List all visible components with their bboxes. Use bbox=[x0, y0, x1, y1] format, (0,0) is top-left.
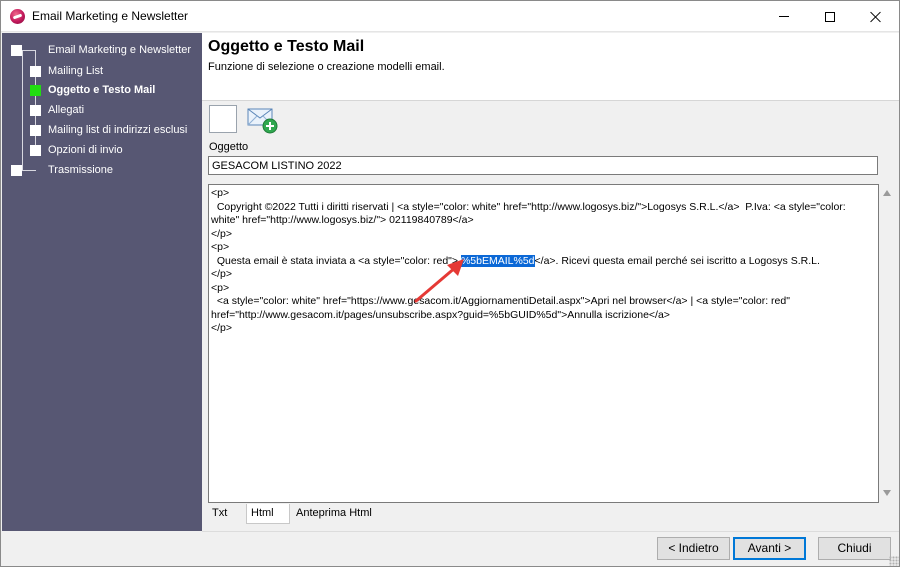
resize-grip-icon[interactable] bbox=[889, 556, 899, 566]
window-title: Email Marketing e Newsletter bbox=[32, 9, 189, 23]
tab-txt[interactable]: Txt bbox=[208, 504, 231, 524]
page-subtitle: Funzione di selezione o creazione modell… bbox=[208, 61, 445, 73]
editor-tabs: Txt Html Anteprima Html bbox=[208, 504, 879, 524]
tab-anteprima-html[interactable]: Anteprima Html bbox=[292, 504, 376, 524]
sidebar-item-email-marketing[interactable]: Email Marketing e Newsletter bbox=[48, 44, 191, 56]
scroll-up-icon[interactable] bbox=[883, 190, 891, 196]
editor-line: href="http://www.gesacom.it/pages/unsubs… bbox=[211, 308, 670, 321]
footer-divider bbox=[202, 531, 899, 532]
minimize-icon bbox=[779, 16, 789, 17]
wizard-window: Email Marketing e Newsletter Email Marke… bbox=[0, 0, 900, 567]
subject-label: Oggetto bbox=[209, 141, 249, 153]
sidebar-item-trasmissione[interactable]: Trasmissione bbox=[48, 164, 113, 176]
step-box-icon bbox=[11, 45, 22, 56]
editor-line: </p> bbox=[211, 268, 233, 280]
tree-connector bbox=[22, 50, 23, 171]
add-mail-button[interactable] bbox=[247, 104, 279, 136]
step-box-icon bbox=[11, 165, 22, 176]
minimize-button[interactable] bbox=[761, 1, 807, 32]
close-window-button[interactable] bbox=[853, 1, 899, 32]
editor-line: <p> bbox=[211, 281, 230, 294]
close-icon bbox=[870, 11, 882, 23]
step-box-icon bbox=[30, 105, 41, 116]
editor-line: white" href="http://www.logosys.biz/"> 0… bbox=[211, 214, 474, 226]
page-header: Oggetto e Testo Mail Funzione di selezio… bbox=[202, 33, 899, 101]
editor-scrollbar[interactable] bbox=[879, 184, 896, 503]
app-logo-icon bbox=[10, 9, 25, 24]
editor-line: <p> bbox=[211, 187, 230, 199]
subject-input[interactable] bbox=[208, 156, 878, 175]
sidebar-item-oggetto[interactable]: Oggetto e Testo Mail bbox=[48, 84, 155, 96]
maximize-icon bbox=[825, 11, 835, 22]
page-title: Oggetto e Testo Mail bbox=[208, 38, 365, 55]
title-bar[interactable]: Email Marketing e Newsletter bbox=[1, 1, 899, 32]
step-active-icon bbox=[30, 85, 41, 96]
step-box-icon bbox=[30, 125, 41, 136]
tree-connector bbox=[22, 50, 36, 51]
scroll-down-icon[interactable] bbox=[883, 490, 891, 496]
steps-sidebar: Email Marketing e Newsletter Mailing Lis… bbox=[2, 33, 202, 531]
html-source-text: <p> Copyright ©2022 Tutti i diritti rise… bbox=[211, 187, 866, 336]
annotation-arrow-icon bbox=[414, 259, 464, 303]
sidebar-item-opzioni[interactable]: Opzioni di invio bbox=[48, 144, 123, 156]
editor-text-segment: </a>. Ricevi questa email perché sei isc… bbox=[534, 254, 820, 267]
add-mail-icon bbox=[247, 108, 278, 134]
tree-connector bbox=[22, 170, 36, 171]
editor-line: <p> bbox=[211, 241, 230, 253]
blank-button[interactable] bbox=[209, 105, 237, 133]
tab-html[interactable]: Html bbox=[246, 504, 290, 524]
sidebar-item-esclusi[interactable]: Mailing list di indirizzi esclusi bbox=[48, 124, 187, 136]
back-button[interactable]: < Indietro bbox=[657, 537, 730, 560]
html-editor[interactable]: <p> Copyright ©2022 Tutti i diritti rise… bbox=[208, 184, 879, 503]
next-button[interactable]: Avanti > bbox=[733, 537, 806, 560]
editor-line: </p> bbox=[211, 322, 233, 334]
editor-line: Copyright ©2022 Tutti i diritti riservat… bbox=[211, 200, 846, 213]
step-box-icon bbox=[30, 145, 41, 156]
editor-line: <a style="color: white" href="https://ww… bbox=[211, 295, 790, 307]
sidebar-item-mailing-list[interactable]: Mailing List bbox=[48, 65, 103, 77]
editor-line: Questa email è stata inviata a <a style=… bbox=[211, 254, 866, 269]
close-button[interactable]: Chiudi bbox=[818, 537, 891, 560]
step-box-icon bbox=[30, 66, 41, 77]
sidebar-item-allegati[interactable]: Allegati bbox=[48, 104, 84, 116]
editor-line: </p> bbox=[211, 227, 233, 240]
maximize-button[interactable] bbox=[807, 1, 853, 32]
